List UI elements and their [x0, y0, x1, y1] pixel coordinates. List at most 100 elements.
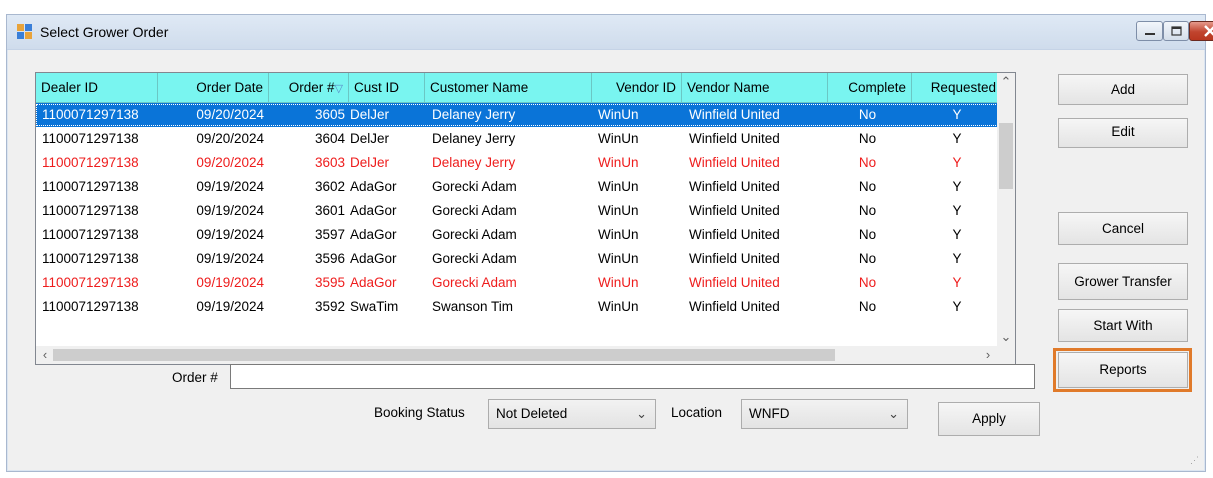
add-button[interactable]: Add — [1058, 74, 1188, 105]
table-row[interactable]: 1100071297138 09/20/2024 3604 DelJer Delaney… — [36, 127, 1015, 151]
cell-vendor-name: Winfield United — [689, 131, 780, 146]
edit-button[interactable]: Edit — [1058, 118, 1188, 148]
cell-complete: No — [858, 203, 877, 218]
cell-vendor-name: Winfield United — [689, 203, 780, 218]
order-number-label: Order # — [172, 370, 218, 385]
close-button[interactable] — [1189, 21, 1213, 41]
cell-customer-name: Gorecki Adam — [432, 251, 517, 266]
cell-order-date: 09/20/2024 — [196, 155, 264, 170]
cell-order-no: 3601 — [314, 203, 345, 218]
cell-order-date: 09/20/2024 — [196, 131, 264, 146]
location-value: WNFD — [749, 406, 790, 421]
col-header-customer-name[interactable]: Customer Name — [425, 73, 592, 103]
table-row[interactable]: 1100071297138 09/19/2024 3602 AdaGor Gorecki… — [36, 175, 1015, 199]
table-row[interactable]: 1100071297138 09/19/2024 3601 AdaGor Gorecki… — [36, 199, 1015, 223]
booking-status-select[interactable]: Not Deleted ⌄ — [488, 399, 656, 429]
cell-vendor-id: WinUn — [598, 299, 639, 314]
col-header-order-no[interactable]: Order #▽ — [269, 73, 349, 103]
cell-order-no: 3597 — [314, 227, 345, 242]
minimize-icon — [1145, 33, 1155, 35]
grower-transfer-button[interactable]: Grower Transfer — [1058, 263, 1188, 300]
start-with-button[interactable]: Start With — [1058, 309, 1188, 342]
cell-requested: Y — [952, 179, 962, 194]
table-row[interactable]: 1100071297138 09/20/2024 3605 DelJer Delaney… — [36, 103, 1015, 127]
table-row[interactable]: 1100071297138 09/19/2024 3595 AdaGor Gorecki… — [36, 271, 1015, 295]
col-header-vendor-name[interactable]: Vendor Name — [682, 73, 828, 103]
location-select[interactable]: WNFD ⌄ — [741, 399, 908, 429]
cell-customer-name: Gorecki Adam — [432, 179, 517, 194]
scroll-down-icon[interactable]: ⌄ — [997, 328, 1015, 346]
minimize-button[interactable] — [1136, 21, 1163, 41]
cell-requested: Y — [952, 227, 962, 242]
cell-customer-name: Swanson Tim — [432, 299, 514, 314]
selection-focus-border — [36, 104, 1015, 126]
maximize-icon — [1171, 26, 1182, 36]
table-row[interactable]: 1100071297138 09/20/2024 3603 DelJer Delaney… — [36, 151, 1015, 175]
cell-vendor-id: WinUn — [598, 155, 639, 170]
scroll-right-icon[interactable]: › — [979, 346, 997, 364]
cell-vendor-name: Winfield United — [689, 155, 780, 170]
col-header-dealer-id[interactable]: Dealer ID — [36, 73, 158, 103]
cell-requested: Y — [952, 275, 962, 290]
cell-cust-id: DelJer — [350, 131, 390, 146]
table-row[interactable]: 1100071297138 09/19/2024 3596 AdaGor Gorecki… — [36, 247, 1015, 271]
location-label: Location — [671, 405, 723, 420]
cell-dealer-id: 1100071297138 — [42, 155, 139, 170]
cell-requested: Y — [952, 299, 962, 314]
grid-header: Dealer ID Order Date Order #▽ Cust ID Cu… — [36, 73, 1015, 103]
horizontal-scrollbar[interactable]: ‹ › — [36, 346, 997, 364]
resize-grip-icon[interactable]: ⋰ — [1189, 455, 1199, 465]
cell-cust-id: AdaGor — [350, 251, 397, 266]
cell-vendor-id: WinUn — [598, 203, 639, 218]
cell-customer-name: Gorecki Adam — [432, 203, 517, 218]
scroll-left-icon[interactable]: ‹ — [36, 346, 54, 364]
cell-cust-id: AdaGor — [350, 179, 397, 194]
col-header-order-date[interactable]: Order Date — [158, 73, 269, 103]
cell-complete: No — [858, 275, 877, 290]
col-header-complete[interactable]: Complete — [828, 73, 912, 103]
cell-requested: Y — [952, 131, 962, 146]
booking-status-value: Not Deleted — [496, 406, 568, 421]
booking-status-label: Booking Status — [374, 405, 465, 420]
cell-dealer-id: 1100071297138 — [42, 299, 139, 314]
horizontal-scroll-thumb[interactable] — [53, 349, 835, 361]
cell-order-no: 3603 — [314, 155, 345, 170]
col-header-cust-id[interactable]: Cust ID — [349, 73, 425, 103]
order-number-input[interactable] — [230, 364, 1035, 389]
cell-customer-name: Delaney Jerry — [432, 155, 516, 170]
vertical-scrollbar[interactable]: ⌃ ⌄ — [997, 73, 1015, 346]
col-header-vendor-id[interactable]: Vendor ID — [592, 73, 682, 103]
cell-order-date: 09/19/2024 — [196, 251, 264, 266]
cell-order-no: 3604 — [314, 131, 345, 146]
table-row[interactable]: 1100071297138 09/19/2024 3597 AdaGor Gorecki… — [36, 223, 1015, 247]
col-header-requested[interactable]: Requested — [912, 73, 1002, 103]
cell-complete: No — [858, 251, 877, 266]
app-grid-icon — [17, 24, 33, 40]
cell-dealer-id: 1100071297138 — [42, 275, 139, 290]
scroll-up-icon[interactable]: ⌃ — [997, 73, 1015, 91]
select-grower-order-window: Select Grower Order Dealer ID Order Date… — [6, 14, 1213, 472]
chevron-down-icon: ⌄ — [636, 406, 647, 421]
reports-highlight-outline — [1053, 348, 1192, 392]
table-row[interactable]: 1100071297138 09/19/2024 3592 SwaTim Swanson… — [36, 295, 1015, 319]
cell-order-date: 09/19/2024 — [196, 299, 264, 314]
cancel-button[interactable]: Cancel — [1058, 212, 1188, 245]
cell-cust-id: DelJer — [350, 155, 390, 170]
orders-grid[interactable]: Dealer ID Order Date Order #▽ Cust ID Cu… — [35, 72, 1016, 365]
cell-vendor-name: Winfield United — [689, 179, 780, 194]
vertical-scroll-thumb[interactable] — [999, 123, 1013, 189]
cell-complete: No — [858, 227, 877, 242]
cell-vendor-name: Winfield United — [689, 299, 780, 314]
maximize-button[interactable] — [1163, 21, 1189, 41]
cell-order-date: 09/19/2024 — [196, 227, 264, 242]
cell-complete: No — [858, 155, 877, 170]
cell-complete: No — [858, 299, 877, 314]
cell-vendor-id: WinUn — [598, 131, 639, 146]
cell-cust-id: AdaGor — [350, 203, 397, 218]
cell-vendor-name: Winfield United — [689, 275, 780, 290]
cell-requested: Y — [952, 203, 962, 218]
apply-button[interactable]: Apply — [938, 402, 1040, 436]
title-bar: Select Grower Order — [7, 15, 1213, 50]
cell-vendor-name: Winfield United — [689, 251, 780, 266]
cell-customer-name: Gorecki Adam — [432, 227, 517, 242]
